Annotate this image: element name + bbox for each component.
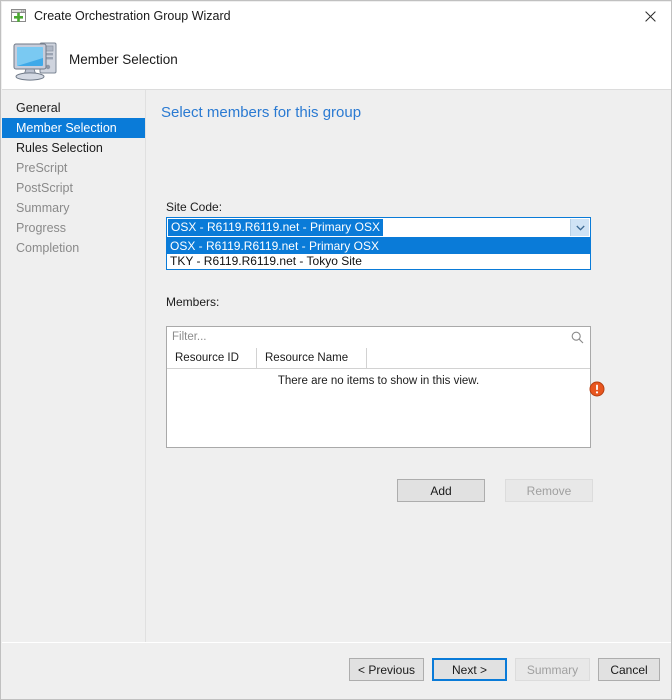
chevron-down-icon[interactable] [570,219,589,236]
computer-icon [10,34,68,84]
wizard-step-list: General Member Selection Rules Selection… [2,90,146,698]
cancel-button[interactable]: Cancel [598,658,660,681]
window-title: Create Orchestration Group Wizard [34,9,231,23]
site-code-option[interactable]: TKY - R6119.R6119.net - Tokyo Site [167,254,590,269]
column-header-resource-id[interactable]: Resource ID [167,348,257,368]
sidebar-item-summary[interactable]: Summary [2,198,145,218]
members-column-header: Resource ID Resource Name [167,348,590,369]
page-title: Select members for this group [161,104,362,121]
previous-button[interactable]: < Previous [349,658,424,681]
sidebar-item-postscript[interactable]: PostScript [2,178,145,198]
title-bar: Create Orchestration Group Wizard [2,2,671,31]
wizard-window: Create Orchestration Group Wizard Member… [0,0,672,700]
members-list-box: Filter... Resource ID Resource Name Ther… [166,326,591,448]
new-window-icon [11,8,27,24]
column-header-resource-name[interactable]: Resource Name [257,348,367,368]
summary-button[interactable]: Summary [515,658,590,681]
sidebar-item-rules-selection[interactable]: Rules Selection [2,138,145,158]
site-code-label: Site Code: [166,200,223,214]
close-icon [644,10,656,22]
empty-state-message: There are no items to show in this view. [277,375,480,387]
sidebar-item-progress[interactable]: Progress [2,218,145,238]
wizard-header-title: Member Selection [69,52,178,67]
filter-row[interactable]: Filter... [167,327,590,349]
sidebar-item-completion[interactable]: Completion [2,238,145,258]
members-label: Members: [166,295,220,309]
remove-button[interactable]: Remove [505,479,593,502]
site-code-option[interactable]: OSX - R6119.R6119.net - Primary OSX [167,239,590,254]
site-code-selected-value: OSX - R6119.R6119.net - Primary OSX [168,219,383,236]
close-button[interactable] [628,2,671,30]
site-code-dropdown-list[interactable]: OSX - R6119.R6119.net - Primary OSX TKY … [166,238,591,270]
next-button[interactable]: Next > [432,658,507,681]
error-icon [589,381,605,397]
wizard-content-pane: Select members for this group Site Code:… [146,90,670,643]
search-icon[interactable] [571,331,584,344]
wizard-header: Member Selection [2,30,671,90]
filter-input[interactable]: Filter... [172,331,207,343]
site-code-combobox[interactable]: OSX - R6119.R6119.net - Primary OSX [166,217,591,238]
sidebar-item-general[interactable]: General [2,98,145,118]
add-button[interactable]: Add [397,479,485,502]
sidebar-item-prescript[interactable]: PreScript [2,158,145,178]
wizard-footer: < Previous Next > Summary Cancel [2,642,671,698]
sidebar-item-member-selection[interactable]: Member Selection [2,118,145,138]
site-code-combobox-field[interactable]: OSX - R6119.R6119.net - Primary OSX [166,217,591,238]
